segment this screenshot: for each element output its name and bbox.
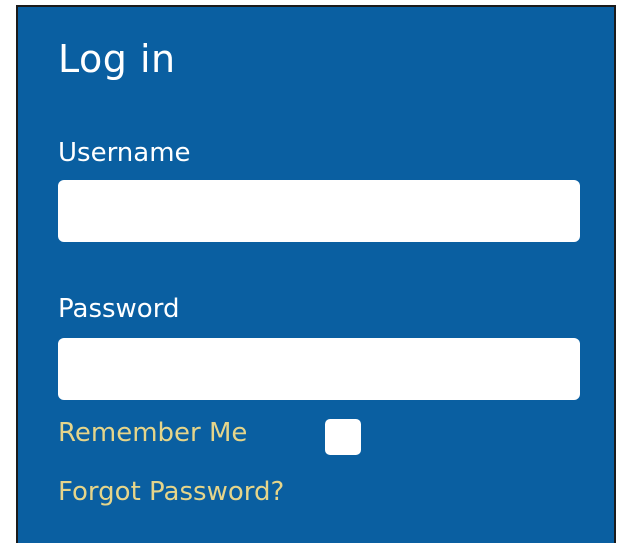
password-input[interactable] [58,338,580,400]
login-panel: Log in Username Password Remember Me For… [16,5,616,543]
username-input[interactable] [58,180,580,242]
remember-me-label[interactable]: Remember Me [58,418,247,448]
username-label: Username [58,138,191,168]
password-label: Password [58,294,180,324]
remember-me-checkbox[interactable] [325,419,361,455]
login-title: Log in [58,37,176,81]
forgot-password-link[interactable]: Forgot Password? [58,477,284,507]
